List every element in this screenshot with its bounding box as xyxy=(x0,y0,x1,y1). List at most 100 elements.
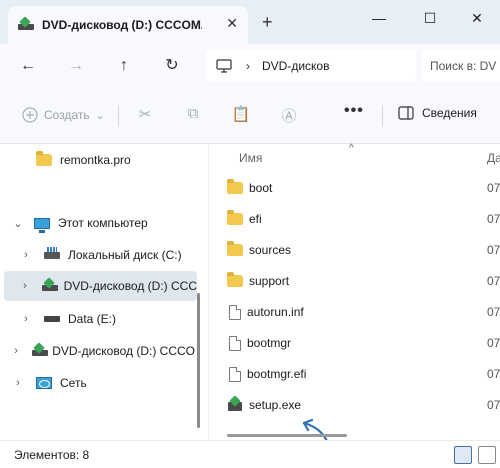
computer-icon xyxy=(216,59,232,73)
tab-title: DVD-дисковод (D:) CCCOMA_ xyxy=(42,18,202,32)
breadcrumb-separator-icon[interactable]: › xyxy=(246,59,250,73)
back-button[interactable]: ← xyxy=(16,54,40,78)
file-name: support xyxy=(249,274,290,288)
sidebar-item-remontka[interactable]: remontka.pro xyxy=(18,145,193,175)
settings-file-icon xyxy=(229,304,241,320)
chevron-down-icon: ⌄ xyxy=(95,109,105,122)
status-bar: Элементов: 8 xyxy=(0,440,500,468)
folder-icon xyxy=(227,210,243,225)
command-bar: Создать ⌄ ✂ ⧉ 📋 Ⓐ ••• Сведения xyxy=(0,88,500,144)
refresh-button[interactable]: ↻ xyxy=(160,54,184,78)
navigation-pane: remontka.pro ⌄ Этот компьютер › Локальны… xyxy=(0,145,207,440)
details-button[interactable]: Сведения xyxy=(398,106,477,120)
sidebar-item-label: DVD-дисковод (D:) CCC xyxy=(63,279,197,293)
sort-ascending-icon: ^ xyxy=(349,143,354,154)
chevron-right-icon[interactable]: › xyxy=(18,280,32,292)
file-row-bootmgr[interactable]: bootmgr 07 xyxy=(227,328,500,358)
paste-icon[interactable]: 📋 xyxy=(230,105,252,127)
tab-dvd-drive[interactable]: DVD-дисковод (D:) CCCOMA_ ✕ xyxy=(8,6,248,44)
file-name: bootmgr xyxy=(247,336,292,350)
create-label: Создать xyxy=(44,108,90,122)
chevron-right-icon[interactable]: › xyxy=(10,345,22,357)
sidebar-scrollbar[interactable] xyxy=(197,293,200,428)
file-date: 07 xyxy=(487,274,500,288)
divider xyxy=(382,105,383,127)
file-name: setup.exe xyxy=(249,398,302,412)
navigation-bar: ← → ↑ ↻ › DVD-дисков Поиск в: DV xyxy=(0,44,500,88)
sidebar-item-network[interactable]: › Сеть xyxy=(10,368,195,398)
local-disk-icon xyxy=(44,246,60,259)
file-row-support[interactable]: support 07 xyxy=(227,266,500,296)
folder-icon xyxy=(227,241,243,256)
file-date: 07 xyxy=(487,305,500,319)
file-list: Имя ^ Да boot 07 efi 07 sources 07 suppo… xyxy=(208,143,500,451)
up-button[interactable]: ↑ xyxy=(112,54,136,78)
sidebar-item-dvd-drive-2[interactable]: › DVD-дисковод (D:) CCCO xyxy=(10,336,195,366)
forward-button[interactable]: → xyxy=(64,54,88,78)
file-row-bootmgr-efi[interactable]: bootmgr.efi 07 xyxy=(227,359,500,389)
dvd-drive-icon xyxy=(18,18,34,32)
tiles-view-icon[interactable] xyxy=(478,446,496,464)
folder-icon xyxy=(227,179,243,194)
new-tab-button[interactable]: + xyxy=(262,12,273,33)
file-row-autorun[interactable]: autorun.inf 07 xyxy=(227,297,500,327)
more-options-button[interactable]: ••• xyxy=(344,102,364,120)
sidebar-item-label: Этот компьютер xyxy=(58,216,148,230)
file-name: sources xyxy=(249,243,292,257)
file-row-boot[interactable]: boot 07 xyxy=(227,173,500,203)
minimize-button[interactable]: — xyxy=(364,10,394,32)
network-icon xyxy=(36,377,52,389)
create-button[interactable]: Создать ⌄ xyxy=(22,107,105,123)
chevron-right-icon[interactable]: › xyxy=(18,249,34,261)
sidebar-item-label: Data (E:) xyxy=(68,312,117,326)
file-name: efi xyxy=(249,212,262,226)
maximize-button[interactable]: ☐ xyxy=(415,10,445,32)
sidebar-item-this-pc[interactable]: ⌄ Этот компьютер xyxy=(10,208,195,238)
copy-icon[interactable]: ⧉ xyxy=(182,105,204,127)
details-view-icon[interactable] xyxy=(454,446,472,464)
file-date: 07 xyxy=(487,243,500,257)
chevron-right-icon[interactable]: › xyxy=(10,377,26,389)
rename-icon[interactable]: Ⓐ xyxy=(278,105,300,127)
sidebar-item-data-e[interactable]: › Data (E:) xyxy=(18,304,198,334)
close-tab-icon[interactable]: ✕ xyxy=(226,15,238,32)
close-window-button[interactable]: ✕ xyxy=(462,10,492,32)
drive-icon xyxy=(44,316,60,322)
dvd-drive-icon xyxy=(32,344,49,358)
computer-icon xyxy=(34,217,50,233)
column-header-name[interactable]: Имя xyxy=(239,151,262,165)
details-label: Сведения xyxy=(422,106,477,120)
divider xyxy=(118,105,119,127)
search-input[interactable]: Поиск в: DV xyxy=(422,50,500,82)
file-row-sources[interactable]: sources 07 xyxy=(227,235,500,265)
sidebar-item-label: Сеть xyxy=(60,376,87,390)
chevron-right-icon[interactable]: › xyxy=(18,313,34,325)
file-name: bootmgr.efi xyxy=(247,367,307,381)
cut-icon[interactable]: ✂ xyxy=(134,105,156,127)
file-icon xyxy=(229,335,241,351)
file-row-setup-exe[interactable]: setup.exe 07 xyxy=(227,390,500,420)
file-date: 07 xyxy=(487,336,500,350)
horizontal-scrollbar[interactable] xyxy=(227,434,347,437)
folder-icon xyxy=(227,272,243,287)
sidebar-item-label: Локальный диск (C:) xyxy=(68,248,182,262)
sidebar-item-local-disk-c[interactable]: › Локальный диск (C:) xyxy=(18,240,198,270)
plus-circle-icon xyxy=(22,107,38,123)
chevron-down-icon[interactable]: ⌄ xyxy=(10,217,26,230)
file-date: 07 xyxy=(487,367,500,381)
sidebar-item-label: remontka.pro xyxy=(60,153,131,167)
file-icon xyxy=(229,366,241,382)
file-date: 07 xyxy=(487,212,500,226)
dvd-drive-icon xyxy=(41,279,58,293)
item-count: Элементов: 8 xyxy=(14,448,90,462)
sidebar-item-dvd-drive[interactable]: › DVD-дисковод (D:) CCC xyxy=(4,271,197,301)
column-header-date[interactable]: Да xyxy=(487,151,500,165)
file-date: 07 xyxy=(487,398,500,412)
sidebar-item-label: DVD-дисковод (D:) CCCO xyxy=(52,344,195,358)
breadcrumb-current[interactable]: DVD-дисков xyxy=(262,59,329,73)
address-bar[interactable]: › DVD-дисков xyxy=(206,50,416,82)
details-pane-icon xyxy=(398,106,414,120)
title-bar: DVD-дисковод (D:) CCCOMA_ ✕ + — ☐ ✕ xyxy=(0,0,500,44)
file-row-efi[interactable]: efi 07 xyxy=(227,204,500,234)
file-date: 07 xyxy=(487,181,500,195)
